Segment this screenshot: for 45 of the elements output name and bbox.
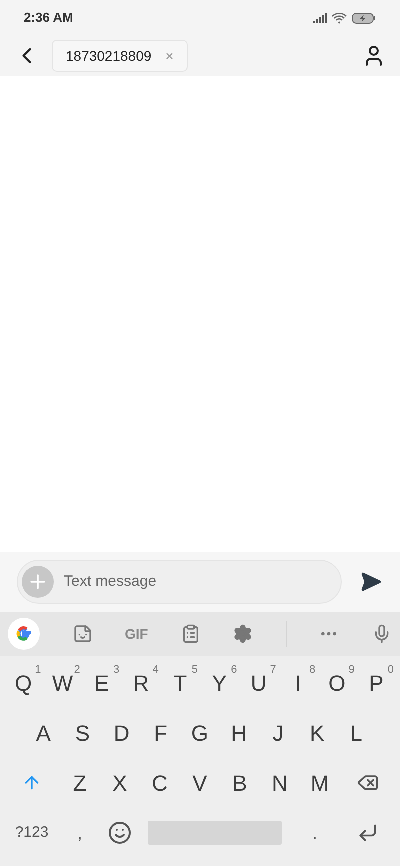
letter-key[interactable]: K <box>298 708 337 758</box>
number-hint: 4 <box>152 663 159 678</box>
send-icon[interactable] <box>360 571 382 593</box>
letter-key[interactable]: L <box>336 708 376 758</box>
letter-key[interactable]: C <box>140 758 180 808</box>
number-hint: 3 <box>113 663 120 678</box>
number-hint: 2 <box>74 663 80 678</box>
letter-key[interactable]: S <box>63 708 102 758</box>
letter-key[interactable]: F <box>141 708 180 758</box>
signal-icon <box>313 13 327 23</box>
clipboard-icon[interactable] <box>180 624 201 644</box>
number-hint: 7 <box>270 663 276 678</box>
letter-key[interactable]: V <box>180 758 220 808</box>
google-icon <box>14 624 34 644</box>
letter-key[interactable]: M <box>300 758 340 808</box>
number-hint: 1 <box>35 663 42 678</box>
enter-arrow-icon <box>357 822 379 844</box>
letter-key[interactable]: I 8 <box>278 658 318 708</box>
letter-key[interactable]: N <box>260 758 300 808</box>
message-field[interactable]: Text message <box>17 560 342 604</box>
number-hint: 6 <box>231 663 238 678</box>
number-hint: 9 <box>348 663 355 678</box>
letter-key[interactable]: D <box>102 708 142 758</box>
smiley-icon <box>108 821 132 845</box>
letter-key[interactable]: B <box>220 758 260 808</box>
letter-key[interactable]: G <box>180 708 220 758</box>
number-hint: 0 <box>388 663 394 678</box>
comma-key[interactable]: , <box>60 813 100 853</box>
letter-key[interactable]: H <box>220 708 259 758</box>
recipient-chip[interactable]: 18730218809 × <box>52 40 188 72</box>
number-hint: 8 <box>310 663 316 678</box>
sticker-icon[interactable] <box>72 624 93 644</box>
number-hint: 5 <box>192 663 198 678</box>
letter-key[interactable]: X <box>100 758 140 808</box>
letter-key[interactable]: Z <box>60 758 100 808</box>
period-key[interactable]: . <box>290 813 340 853</box>
letter-key[interactable]: A <box>24 708 64 758</box>
letter-key[interactable]: T 5 <box>160 658 200 708</box>
symbols-key[interactable]: ?123 <box>4 813 60 853</box>
letter-key[interactable]: J <box>258 708 298 758</box>
status-time: 2:36 AM <box>24 9 74 28</box>
wifi-icon <box>332 12 347 24</box>
recipient-number: 18730218809 <box>66 46 152 66</box>
google-button[interactable] <box>8 618 40 650</box>
battery-icon <box>352 12 376 24</box>
